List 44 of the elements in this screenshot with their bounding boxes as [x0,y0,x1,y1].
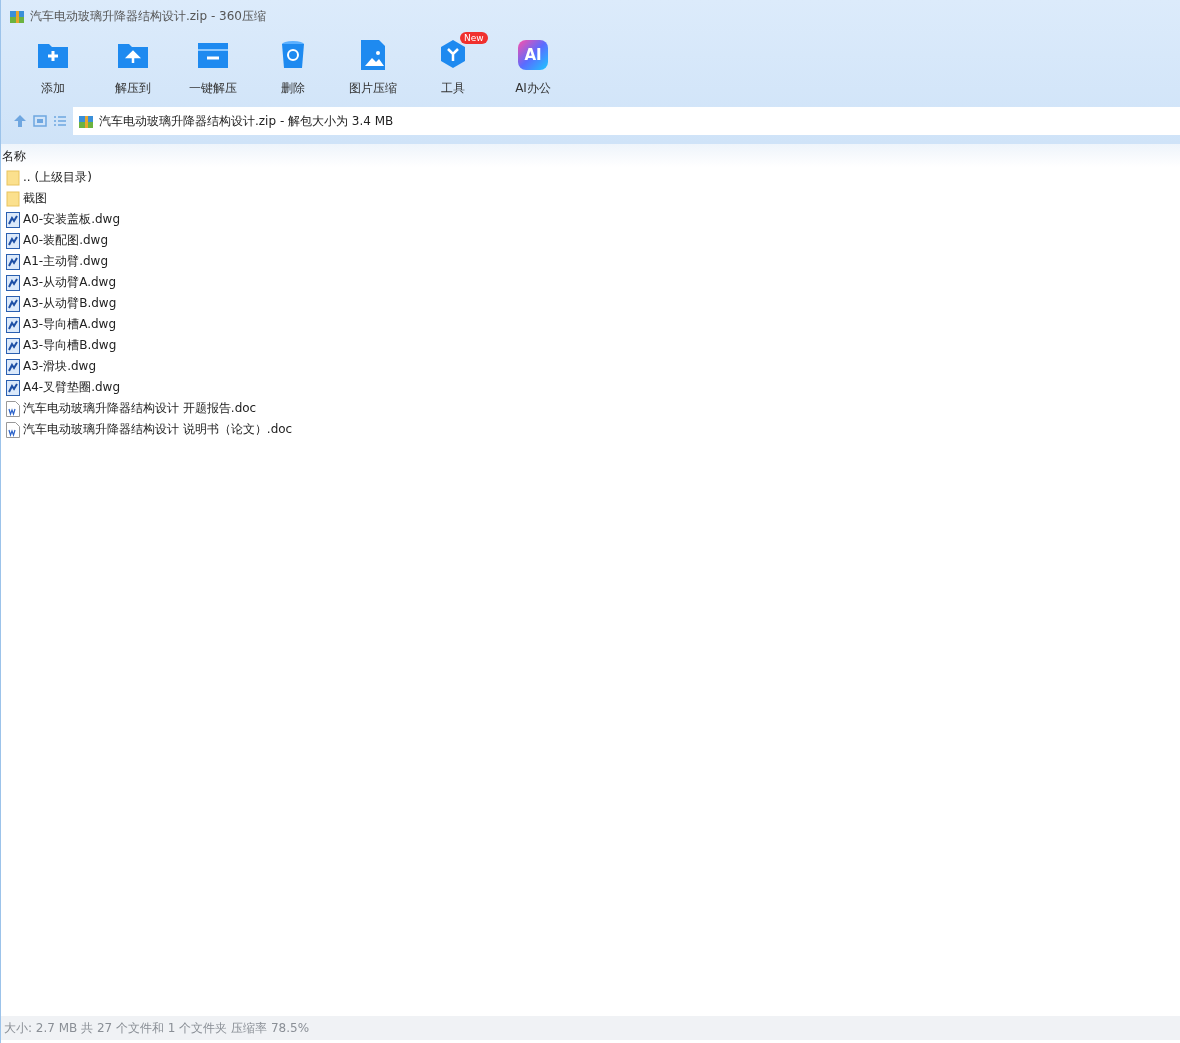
status-bar: 大小: 2.7 MB 共 27 个文件和 1 个文件夹 压缩率 78.5% [1,1016,1180,1040]
file-name[interactable]: A4-叉臂垫圈.dwg [23,379,121,396]
file-name[interactable]: A0-装配图.dwg [23,232,109,249]
archive-path: 汽车电动玻璃升降器结构设计.zip - 解包大小为 3.4 MB [99,112,394,130]
up-arrow-icon[interactable] [13,114,27,128]
drawing-file-icon [6,379,20,396]
file-name[interactable]: A3-导向槽A.dwg [23,316,117,333]
file-name[interactable]: .. (上级目录) [23,169,92,186]
toolbar-button[interactable]: 一键解压 [173,32,253,106]
file-name[interactable]: A3-导向槽B.dwg [23,337,117,354]
drawing-file-icon [6,358,20,375]
file-name[interactable]: A1-主动臂.dwg [23,253,109,270]
drawing-file-icon [6,211,20,228]
toolbar-button[interactable]: 图片压缩 [333,32,413,106]
drawing-file-icon [6,295,20,312]
toolbar-button[interactable]: 删除 [253,32,333,106]
new-badge: New [460,32,488,44]
folder-icon [6,169,20,186]
word-file-icon [6,400,20,417]
toolbar-button[interactable]: 解压到 [93,32,173,106]
drawing-file-icon [6,232,20,249]
drawing-file-icon [6,316,20,333]
list-view-icon[interactable] [53,114,67,128]
archive-icon [78,113,94,129]
toolbar-button[interactable]: AI AI办公 [493,32,573,106]
file-name[interactable]: 截图 [23,190,47,207]
ai-logo: AI [518,40,548,70]
file-name[interactable]: 汽车电动玻璃升降器结构设计 开题报告.doc [23,400,257,417]
toolbar-button[interactable]: 添加 [13,32,93,106]
drawing-file-icon [6,274,20,291]
folder-icon [6,190,20,207]
file-name[interactable]: 汽车电动玻璃升降器结构设计 说明书（论文）.doc [23,421,293,438]
file-name[interactable]: A3-从动臂A.dwg [23,274,117,291]
toolbar-button[interactable]: New 工具 [413,32,493,106]
drawing-file-icon [6,337,20,354]
archive-icon [9,8,25,24]
drawing-file-icon [6,253,20,270]
address-bar[interactable]: 汽车电动玻璃升降器结构设计.zip - 解包大小为 3.4 MB [73,107,1180,135]
window-title: 汽车电动玻璃升降器结构设计.zip - 360压缩 [30,7,266,25]
word-file-icon [6,421,20,438]
file-name[interactable]: A3-滑块.dwg [23,358,97,375]
file-name[interactable]: A3-从动臂B.dwg [23,295,117,312]
file-name[interactable]: A0-安装盖板.dwg [23,211,121,228]
thumbnail-view-icon[interactable] [33,114,47,128]
